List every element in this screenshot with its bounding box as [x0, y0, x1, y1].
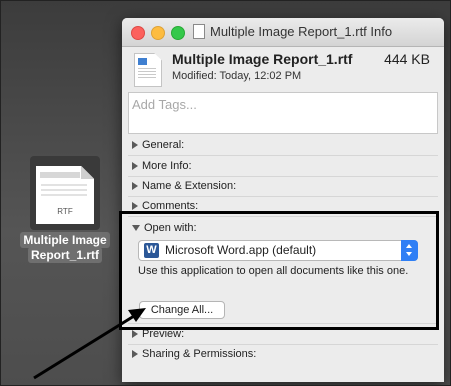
- section-general-label: General:: [142, 139, 185, 151]
- open-with-app-popup[interactable]: W Microsoft Word.app (default): [138, 240, 418, 261]
- modified-date: Modified: Today, 12:02 PM: [172, 70, 302, 82]
- file-document-icon: [134, 53, 162, 87]
- section-sharing-label: Sharing & Permissions:: [142, 348, 257, 360]
- open-with-description: Use this application to open all documen…: [138, 265, 409, 277]
- disclosure-down-icon: [132, 225, 140, 232]
- selected-app: Microsoft Word.app (default): [165, 243, 317, 257]
- section-preview-label: Preview:: [142, 328, 185, 340]
- desktop-file-label[interactable]: Multiple Image Report_1.rtf: [15, 232, 115, 263]
- disclosure-right-icon: [132, 350, 138, 359]
- get-info-window: Multiple Image Report_1.rtf Info Multipl…: [122, 18, 444, 382]
- close-button[interactable]: [131, 26, 145, 40]
- section-sharing-permissions[interactable]: Sharing & Permissions:: [132, 347, 256, 361]
- file-name: Multiple Image Report_1.rtf: [172, 51, 353, 67]
- chevron-down-icon: [406, 252, 412, 256]
- title-bar[interactable]: Multiple Image Report_1.rtf Info: [122, 18, 444, 47]
- divider: [128, 323, 438, 324]
- section-open-with-label: Open with:: [144, 222, 197, 234]
- chevron-up-icon: [406, 244, 412, 248]
- divider: [128, 155, 438, 156]
- disclosure-right-icon: [132, 182, 138, 191]
- doc-extension: RTF: [57, 207, 73, 216]
- doc-image-mark: [138, 58, 147, 65]
- popup-stepper-icon: [401, 240, 418, 261]
- doc-lines: [41, 184, 87, 198]
- minimize-button[interactable]: [151, 26, 165, 40]
- word-app-icon: W: [144, 243, 159, 258]
- disclosure-right-icon: [132, 141, 138, 150]
- disclosure-right-icon: [132, 162, 138, 171]
- section-more-info-label: More Info:: [142, 160, 192, 172]
- doc-text-lines: [138, 68, 156, 80]
- divider: [128, 176, 438, 177]
- section-name-extension-label: Name & Extension:: [142, 180, 237, 192]
- tags-field[interactable]: Add Tags...: [128, 92, 438, 134]
- desktop-file-label-line1: Multiple Image: [20, 232, 110, 248]
- change-all-button[interactable]: Change All...: [139, 301, 225, 319]
- divider: [128, 196, 438, 197]
- doc-band: [40, 172, 80, 178]
- section-comments[interactable]: Comments:: [132, 199, 198, 213]
- section-comments-label: Comments:: [142, 200, 199, 212]
- zoom-button[interactable]: [171, 26, 185, 40]
- section-preview[interactable]: Preview:: [132, 327, 184, 341]
- section-general[interactable]: General:: [132, 138, 184, 152]
- divider: [128, 344, 438, 345]
- window-title: Multiple Image Report_1.rtf Info: [210, 24, 393, 39]
- tags-placeholder: Add Tags...: [132, 97, 197, 112]
- file-size: 444 KB: [384, 51, 430, 67]
- section-open-with[interactable]: Open with:: [132, 221, 197, 235]
- title-document-icon: [193, 24, 205, 39]
- divider: [128, 216, 438, 217]
- disclosure-right-icon: [132, 330, 138, 339]
- disclosure-right-icon: [132, 202, 138, 211]
- section-name-extension[interactable]: Name & Extension:: [132, 179, 236, 193]
- desktop-file-label-line2: Report_1.rtf: [27, 247, 102, 263]
- section-more-info[interactable]: More Info:: [132, 159, 192, 173]
- rtf-document-icon[interactable]: RTF: [36, 166, 94, 224]
